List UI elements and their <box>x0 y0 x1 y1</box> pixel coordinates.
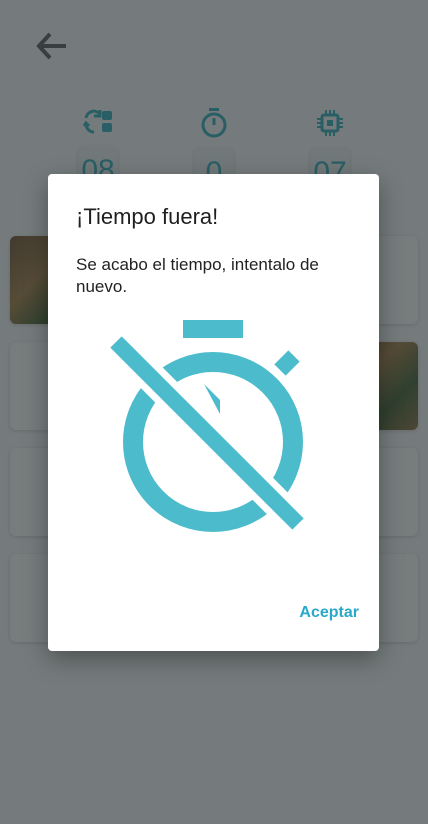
accept-button[interactable]: Aceptar <box>299 604 359 622</box>
dialog-message: Se acabo el tiempo, intentalo de nuevo. <box>76 255 319 296</box>
timeout-dialog: ¡Tiempo fuera! Se acabo el tiempo, inten… <box>48 174 379 651</box>
timer-off-icon <box>108 320 308 534</box>
dialog-title: ¡Tiempo fuera! <box>76 204 219 229</box>
